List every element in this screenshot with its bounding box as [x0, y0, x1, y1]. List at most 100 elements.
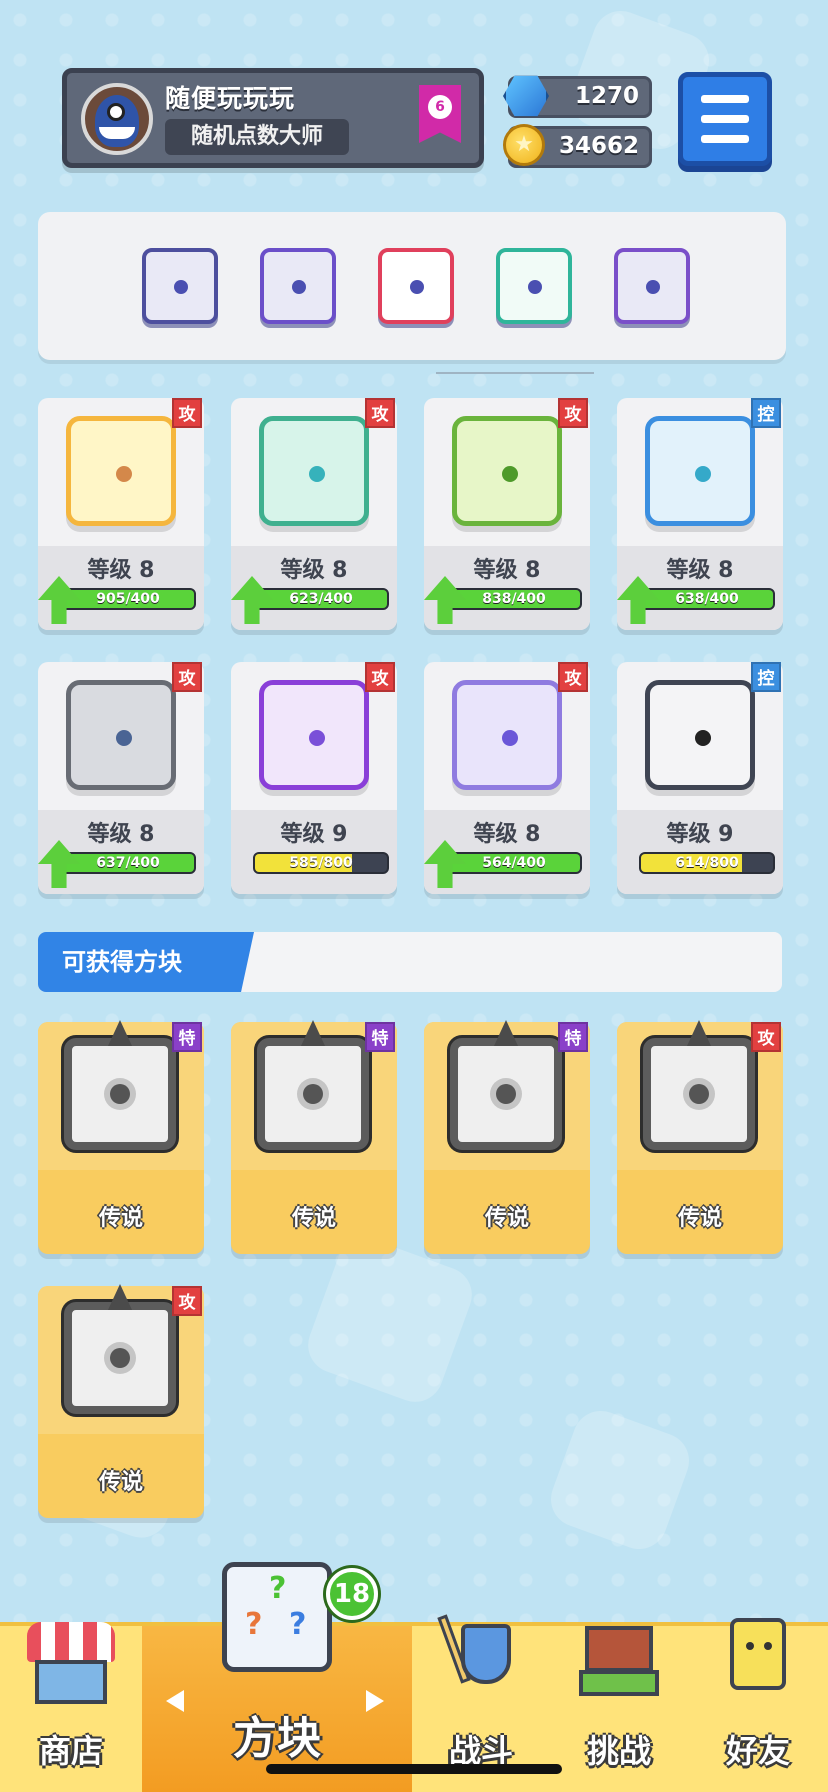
rank-ribbon-icon: 6 [419, 85, 461, 143]
dice-pip [309, 466, 325, 482]
deck-slot-gear-dice[interactable] [142, 248, 218, 324]
xp-progress-bar: 638/400 [639, 588, 775, 610]
legendary-dice-card[interactable]: 特传说 [38, 1020, 204, 1254]
dice-card[interactable]: 攻等级 8 623/400 [231, 398, 397, 630]
xp-progress-bar: 637/400 [60, 852, 196, 874]
dice-card[interactable]: 攻等级 8 905/400 [38, 398, 204, 630]
xp-text: 623/400 [289, 591, 353, 607]
dice-card[interactable]: 控等级 9 614/800 [617, 662, 783, 894]
hamburger-icon [701, 95, 749, 103]
dice-pip [116, 466, 132, 482]
friend-icon [720, 1612, 796, 1702]
menu-button[interactable] [678, 72, 772, 166]
rarity-label: 传说 [98, 1470, 143, 1495]
challenge-icon-grass [579, 1670, 659, 1696]
deck-slot-heal-dice[interactable] [496, 248, 572, 324]
crack-dice-icon [646, 280, 660, 294]
dice-type-tag: 特 [365, 1022, 395, 1052]
legendary-dice-card[interactable]: 特传说 [424, 1020, 590, 1254]
dice-pip [695, 466, 711, 482]
gem-icon [503, 75, 549, 117]
mystery-dice-icon [452, 680, 562, 790]
background-decoration [543, 1403, 697, 1557]
legendary-dice-card[interactable]: 特传说 [231, 1020, 397, 1254]
tab-label: 挑战 [586, 1732, 651, 1770]
wind-dice-icon [259, 416, 369, 526]
xp-progress-bar: 623/400 [253, 588, 389, 610]
dice-type-tag: 控 [751, 662, 781, 692]
xp-text: 838/400 [482, 591, 546, 607]
dice-card[interactable]: 攻等级 8 838/400 [424, 398, 590, 630]
dice-type-tag: 特 [558, 1022, 588, 1052]
heal-dice-icon [528, 280, 542, 294]
dice-card[interactable]: 攻等级 8 564/400 [424, 662, 590, 894]
dice-card[interactable]: 攻等级 8 637/400 [38, 662, 204, 894]
dragon-dice-icon [292, 280, 306, 294]
coin-counter[interactable]: ★ 34662 [503, 124, 652, 168]
gem-amount: 1270 [574, 83, 639, 109]
hamburger-icon [701, 135, 749, 143]
tab-challenge[interactable]: 挑战 [550, 1626, 688, 1792]
arrow-dice-icon [259, 680, 369, 790]
coin-amount: 34662 [558, 133, 639, 159]
tab-shop[interactable]: 商店 [0, 1622, 142, 1792]
background-decoration [300, 1230, 480, 1410]
legendary-dice-card[interactable]: 攻传说 [38, 1284, 204, 1518]
dice-type-tag: 攻 [172, 662, 202, 692]
dice-level: 等级 9 [280, 822, 348, 847]
deck-slot-rainbow-dice[interactable] [378, 248, 454, 324]
dice-icon: ? ? ? [222, 1562, 332, 1672]
player-title: 随机点数大师 [165, 119, 349, 155]
poison-dice-icon [452, 416, 562, 526]
obtainable-header: 可获得方块 [38, 932, 782, 992]
tab-label: 方块 [233, 1713, 321, 1764]
xp-progress-bar: 564/400 [446, 852, 582, 874]
gem-counter[interactable]: 1270 [503, 75, 652, 118]
dice-type-tag: 攻 [365, 662, 395, 692]
battle-icon [437, 1614, 521, 1702]
tab-label: 商店 [38, 1732, 103, 1770]
xp-progress-bar: 614/800 [639, 852, 775, 874]
dice-type-tag: 攻 [751, 1022, 781, 1052]
star-dice-icon [643, 1020, 755, 1150]
xp-text: 585/800 [289, 855, 353, 871]
dice-level: 等级 8 [87, 822, 155, 847]
xp-text: 614/800 [675, 855, 739, 871]
tab-label: 好友 [725, 1732, 790, 1770]
deck-slot-dragon-dice[interactable] [260, 248, 336, 324]
shop-icon-roof [27, 1622, 115, 1662]
dice-type-tag: 攻 [172, 1286, 202, 1316]
avatar[interactable] [81, 83, 153, 155]
dice-level: 等级 8 [473, 822, 541, 847]
obtainable-title: 可获得方块 [38, 932, 254, 992]
gear-dice-icon [174, 280, 188, 294]
dice-type-tag: 特 [172, 1022, 202, 1052]
ice-dice-icon [645, 416, 755, 526]
dice-card[interactable]: 控等级 8 638/400 [617, 398, 783, 630]
profile-card[interactable]: 随便玩玩玩 随机点数大师 6 [62, 68, 484, 168]
tab-friends[interactable]: 好友 [688, 1618, 828, 1792]
rarity-label: 传说 [484, 1206, 529, 1231]
rank-number: 6 [428, 95, 452, 119]
coin-icon: ★ [503, 124, 545, 166]
lock-dice-icon [645, 680, 755, 790]
dice-pip [116, 730, 132, 746]
shop-icon-base [35, 1660, 107, 1704]
home-indicator [266, 1764, 562, 1774]
xp-text: 637/400 [96, 855, 160, 871]
sword-dice-icon [257, 1020, 369, 1150]
deck-panel [38, 212, 786, 360]
avatar-eye [107, 103, 125, 121]
deck-slot-crack-dice[interactable] [614, 248, 690, 324]
xp-progress-bar: 585/800 [253, 852, 389, 874]
dice-pip [502, 466, 518, 482]
legendary-dice-card[interactable]: 攻传说 [617, 1020, 783, 1254]
dice-card[interactable]: 攻等级 9 585/800 [231, 662, 397, 894]
flame-dice-icon [450, 1020, 562, 1150]
dice-level: 等级 8 [666, 558, 734, 583]
dice-pip [502, 730, 518, 746]
dice-type-tag: 攻 [172, 398, 202, 428]
xp-text: 564/400 [482, 855, 546, 871]
xp-progress-bar: 838/400 [446, 588, 582, 610]
dice-pip [689, 1084, 709, 1104]
